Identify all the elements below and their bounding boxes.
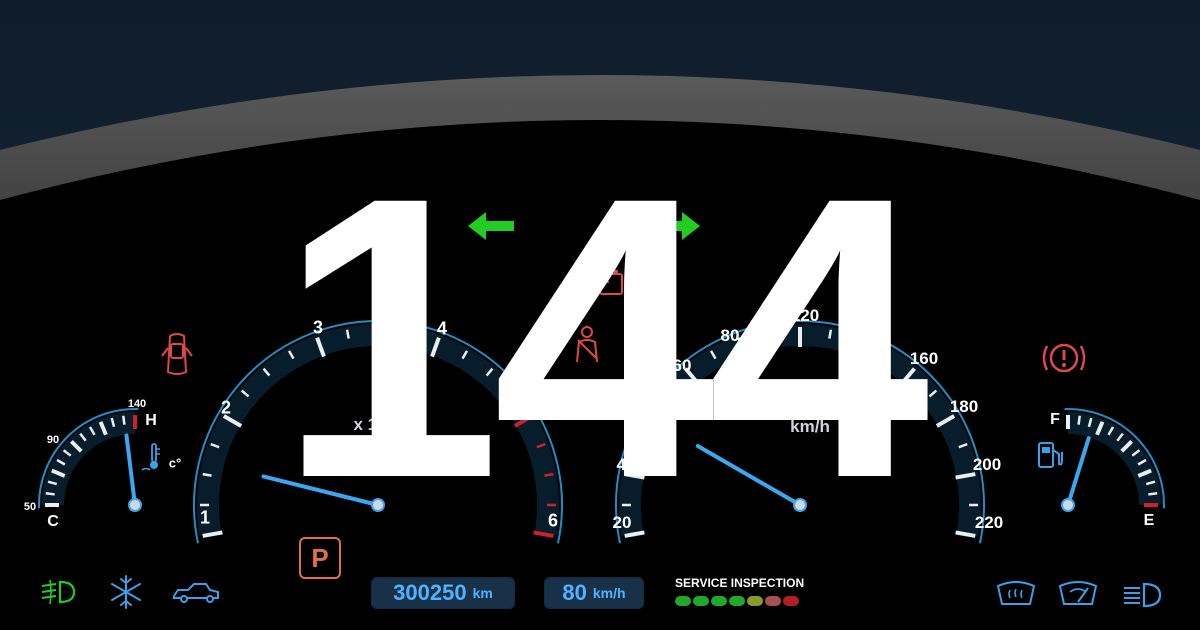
dashboard: 50 90 140 C Hc° 1 2 3 4 5 6 x 10 20 40 60 80 100 120 140 16… <box>0 0 1200 630</box>
headlight-icon <box>1124 582 1162 608</box>
service-dot <box>747 596 763 606</box>
cruise-value: 80 <box>562 580 587 605</box>
cruise-unit: km/h <box>592 585 626 601</box>
overlay-number: 144 <box>278 114 929 561</box>
odometer-unit: km <box>472 585 493 601</box>
snowflake-icon <box>111 575 141 609</box>
fog-light-icon <box>41 579 76 605</box>
service-dot <box>783 596 799 606</box>
odometer-display: 300250 km <box>371 577 515 609</box>
service-dot <box>729 596 745 606</box>
service-dot <box>693 596 709 606</box>
service-indicator <box>675 596 799 606</box>
odometer-value: 300250 <box>393 580 467 605</box>
service-label: SERVICE INSPECTION <box>675 576 805 590</box>
service-dot <box>675 596 691 606</box>
car-trunk-icon <box>173 583 219 603</box>
service-dot <box>765 596 781 606</box>
cruise-display: 80 km/h <box>544 577 644 609</box>
wiper-icon <box>1058 581 1098 605</box>
service-dot <box>711 596 727 606</box>
windshield-washer-icon <box>996 581 1036 605</box>
